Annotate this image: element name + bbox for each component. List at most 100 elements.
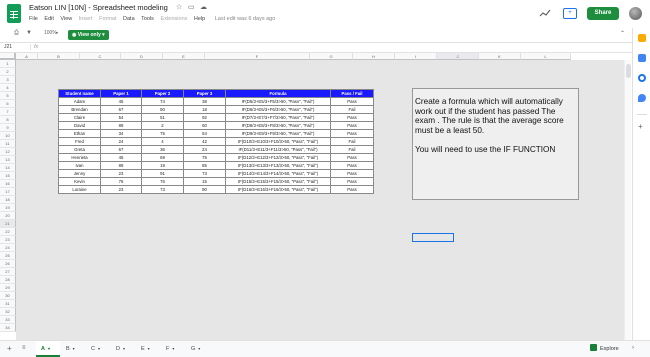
- paper-3-cell[interactable]: 73: [183, 169, 226, 178]
- chevron-down-icon[interactable]: ▾: [148, 346, 150, 351]
- chevron-down-icon[interactable]: ▾: [98, 346, 100, 351]
- sheet-tab-f[interactable]: F ▾: [161, 341, 185, 357]
- menu-extensions[interactable]: Extensions: [160, 16, 187, 22]
- formula-cell[interactable]: IF(D9/3+E9/3+F9/3>50, "Pass", "Fail"): [225, 129, 331, 138]
- cloud-status-icon[interactable]: ☁: [200, 3, 207, 11]
- column-header-d[interactable]: D: [121, 53, 163, 60]
- menu-format[interactable]: Format: [99, 16, 116, 22]
- share-button[interactable]: Share: [587, 7, 619, 20]
- add-ons-icon[interactable]: +: [638, 122, 643, 131]
- vertical-scrollbar[interactable]: [624, 60, 631, 340]
- print-icon[interactable]: ⎙: [14, 30, 19, 37]
- collapse-toolbar-icon[interactable]: ⌃: [620, 30, 625, 37]
- row-header-28[interactable]: 28: [0, 276, 16, 284]
- paper-3-cell[interactable]: 75: [183, 153, 226, 162]
- menu-tools[interactable]: Tools: [141, 16, 154, 22]
- paper-1-cell[interactable]: 54: [100, 113, 142, 122]
- paper-2-cell[interactable]: 36: [141, 145, 184, 154]
- paper-3-cell[interactable]: 54: [183, 129, 226, 138]
- pass-fail-cell[interactable]: Fail: [330, 145, 374, 154]
- header-pass-fail[interactable]: Pass / Fail: [330, 89, 374, 98]
- paper-1-cell[interactable]: 89: [100, 121, 142, 130]
- paper-3-cell[interactable]: 18: [183, 105, 226, 114]
- paper-1-cell[interactable]: 24: [100, 137, 142, 146]
- header-student-name[interactable]: Student name: [58, 89, 101, 98]
- pass-fail-cell[interactable]: Pass: [330, 129, 374, 138]
- formula-cell[interactable]: IF(D8/3+E8/3+F8/3>50, "Pass", "Fail"): [225, 121, 331, 130]
- paper-2-cell[interactable]: 75: [141, 129, 184, 138]
- chevron-down-icon[interactable]: ▾: [172, 346, 174, 351]
- paper-2-cell[interactable]: 4: [141, 137, 184, 146]
- menu-insert[interactable]: Insert: [79, 16, 93, 22]
- select-all-corner[interactable]: [0, 53, 16, 60]
- row-header-27[interactable]: 27: [0, 268, 16, 276]
- paper-1-cell[interactable]: 34: [100, 129, 142, 138]
- row-header-32[interactable]: 32: [0, 308, 16, 316]
- tasks-icon[interactable]: [638, 74, 646, 82]
- header-paper-1[interactable]: Paper 1: [100, 89, 142, 98]
- student-name-cell[interactable]: Claire: [58, 113, 101, 122]
- formula-cell[interactable]: IF(D16/3+E16/3+F16/3>50, "Pass", "Fail"): [225, 185, 331, 194]
- menu-view[interactable]: View: [60, 16, 72, 22]
- paper-2-cell[interactable]: 91: [141, 169, 184, 178]
- maps-icon[interactable]: [638, 94, 646, 102]
- document-title[interactable]: Eatson LIN [10N] - Spreadsheet modeling: [29, 3, 168, 12]
- student-name-cell[interactable]: David: [58, 121, 101, 130]
- keep-icon[interactable]: [638, 34, 646, 42]
- paper-2-cell[interactable]: 69: [141, 153, 184, 162]
- pass-fail-cell[interactable]: Fail: [330, 105, 374, 114]
- paper-2-cell[interactable]: 73: [141, 185, 184, 194]
- paper-1-cell[interactable]: 45: [100, 153, 142, 162]
- formula-cell[interactable]: IF(D5/3+E5/3+F5/3>50, "Pass", "Fail"): [225, 97, 331, 106]
- column-header-b[interactable]: B: [38, 53, 80, 60]
- column-header-a[interactable]: A: [16, 53, 38, 60]
- paper-3-cell[interactable]: 42: [183, 137, 226, 146]
- formula-cell[interactable]: IF(D6/3+E6/3+F6/3>50, "Pass", "Fail"): [225, 105, 331, 114]
- row-header-30[interactable]: 30: [0, 292, 16, 300]
- row-header-31[interactable]: 31: [0, 300, 16, 308]
- last-edit-link[interactable]: Last edit was 6 days ago: [215, 16, 276, 22]
- row-header-4[interactable]: 4: [0, 84, 16, 92]
- row-header-2[interactable]: 2: [0, 68, 16, 76]
- row-header-1[interactable]: 1: [0, 60, 16, 68]
- column-header-i[interactable]: I: [395, 53, 437, 60]
- row-header-6[interactable]: 6: [0, 100, 16, 108]
- row-header-19[interactable]: 19: [0, 204, 16, 212]
- column-header-k[interactable]: K: [479, 53, 521, 60]
- pass-fail-cell[interactable]: Pass: [330, 169, 374, 178]
- student-name-cell[interactable]: Fred: [58, 137, 101, 146]
- zoom-select[interactable]: 100%: [44, 30, 57, 36]
- student-name-cell[interactable]: Kevin: [58, 177, 101, 186]
- header-paper-2[interactable]: Paper 2: [141, 89, 184, 98]
- row-header-25[interactable]: 25: [0, 252, 16, 260]
- student-name-cell[interactable]: Adam: [58, 97, 101, 106]
- row-header-22[interactable]: 22: [0, 228, 16, 236]
- sheet-tab-b[interactable]: B ▾: [61, 341, 85, 357]
- row-header-5[interactable]: 5: [0, 92, 16, 100]
- avatar[interactable]: [629, 7, 642, 20]
- sheet-tab-a[interactable]: A ▾: [36, 341, 60, 357]
- paper-3-cell[interactable]: 15: [183, 177, 226, 186]
- formula-cell[interactable]: IF(D7/3+E7/3+F7/3>50, "Pass", "Fail"): [225, 113, 331, 122]
- row-header-18[interactable]: 18: [0, 196, 16, 204]
- column-header-f[interactable]: F: [205, 53, 310, 60]
- chevron-down-icon[interactable]: ▾: [48, 346, 50, 351]
- row-header-34[interactable]: 34: [0, 324, 16, 332]
- calendar-icon[interactable]: [638, 54, 646, 62]
- row-header-24[interactable]: 24: [0, 244, 16, 252]
- menu-edit[interactable]: Edit: [44, 16, 53, 22]
- menu-file[interactable]: File: [29, 16, 38, 22]
- row-header-12[interactable]: 12: [0, 148, 16, 156]
- comments-icon[interactable]: +: [563, 8, 577, 19]
- sheet-tab-c[interactable]: C ▾: [86, 341, 110, 357]
- pass-fail-cell[interactable]: Pass: [330, 121, 374, 130]
- scrollbar-thumb[interactable]: [626, 64, 631, 78]
- pass-fail-cell[interactable]: Pass: [330, 97, 374, 106]
- student-name-cell[interactable]: Greta: [58, 145, 101, 154]
- formula-cell[interactable]: IF(D14/3+E14/3+F14/3>50, "Pass", "Fail"): [225, 169, 331, 178]
- pass-fail-cell[interactable]: Pass: [330, 185, 374, 194]
- row-header-16[interactable]: 16: [0, 180, 16, 188]
- column-header-l[interactable]: L: [521, 53, 571, 60]
- header-paper-3[interactable]: Paper 3: [183, 89, 226, 98]
- student-name-cell[interactable]: Jenny: [58, 169, 101, 178]
